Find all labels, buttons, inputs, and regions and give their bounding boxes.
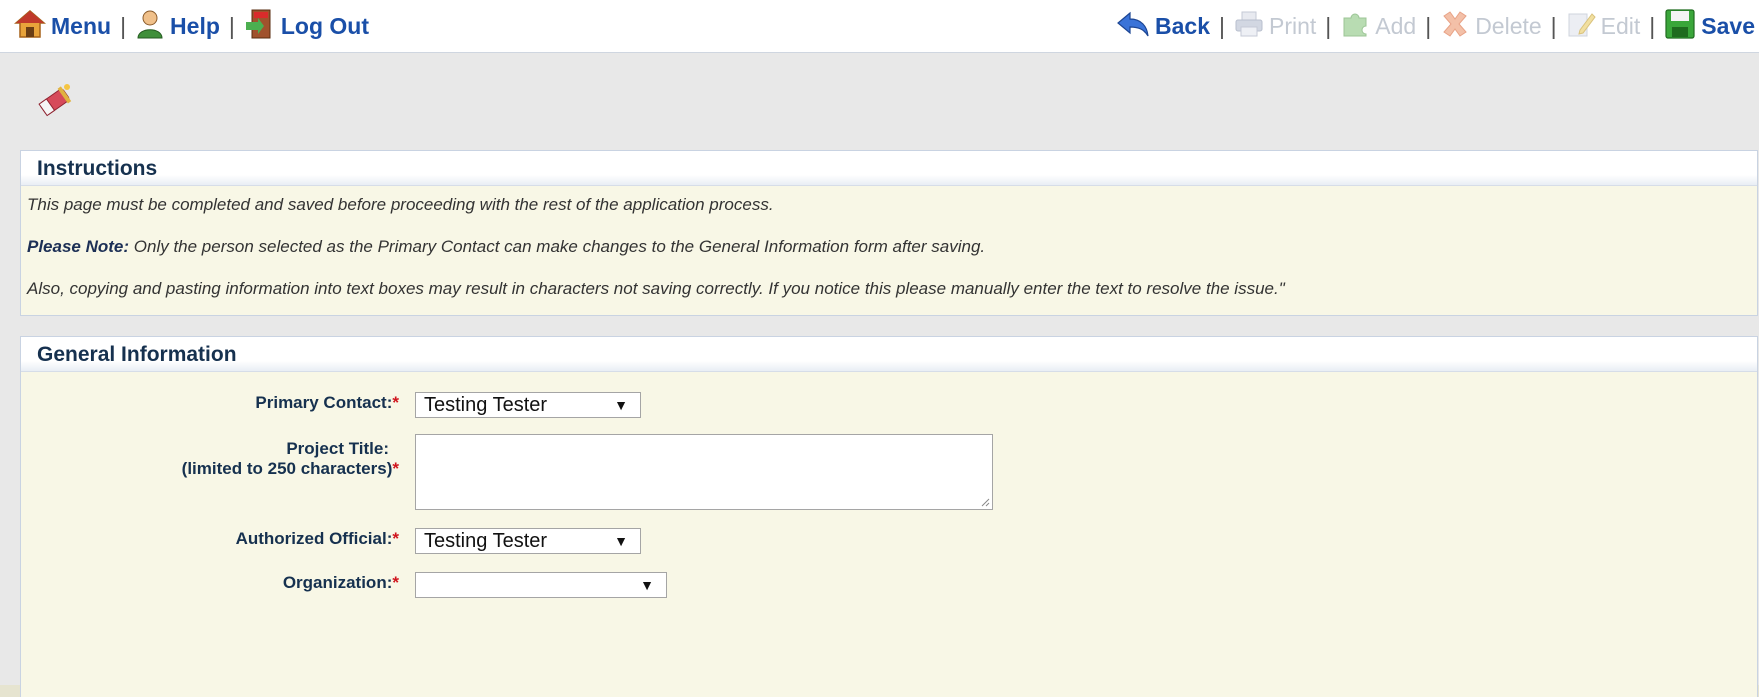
exit-door-icon xyxy=(244,8,276,45)
required-asterisk: * xyxy=(392,459,399,478)
edit-pencil-icon xyxy=(1566,10,1596,43)
authorized-official-select[interactable]: Testing Tester ▼ xyxy=(415,528,641,554)
organization-label: Organization:* xyxy=(282,573,399,592)
delete-label: Delete xyxy=(1475,12,1542,39)
help-label: Help xyxy=(170,12,220,39)
separator: | xyxy=(1219,12,1225,39)
section-title: General Information xyxy=(37,343,237,366)
separator: | xyxy=(1325,12,1332,39)
back-button[interactable]: Back xyxy=(1116,10,1210,43)
help-link[interactable]: Help xyxy=(135,9,220,44)
primary-contact-value: Testing Tester xyxy=(424,394,548,416)
floppy-save-icon xyxy=(1664,8,1696,45)
printer-icon xyxy=(1234,10,1264,43)
house-icon xyxy=(13,9,47,44)
print-label: Print xyxy=(1268,12,1317,39)
note-text: Only the person selected as the Primary … xyxy=(129,237,986,256)
delete-button[interactable]: Delete xyxy=(1440,10,1542,43)
toolbar-right-group: Back | Print | Add | Delete | Edit | Sav… xyxy=(1116,8,1755,44)
note-emphasis: Please Note: xyxy=(27,237,130,256)
eraser-brush-icon xyxy=(34,81,74,126)
add-label: Add xyxy=(1375,12,1417,39)
separator: | xyxy=(228,12,235,39)
edit-label: Edit xyxy=(1600,12,1641,39)
logout-link[interactable]: Log Out xyxy=(244,8,369,45)
project-title-label: Project Title: (limited to 250 character… xyxy=(181,439,399,478)
chevron-down-icon: ▼ xyxy=(640,577,654,593)
page-body: Instructions This page must be completed… xyxy=(0,53,1759,697)
section-title: Instructions xyxy=(37,157,158,180)
separator: | xyxy=(1425,12,1432,39)
toolbar-left-group: Menu | Help | Log Out xyxy=(13,8,369,45)
menu-link[interactable]: Menu xyxy=(13,9,112,44)
chevron-down-icon: ▼ xyxy=(614,397,628,413)
instruction-text: Also, copying and pasting information in… xyxy=(27,279,1285,298)
save-label: Save xyxy=(1701,12,1755,39)
back-arrow-icon xyxy=(1116,10,1150,43)
primary-contact-select[interactable]: Testing Tester ▼ xyxy=(415,392,641,418)
primary-contact-label: Primary Contact:* xyxy=(255,393,399,412)
logout-label: Log Out xyxy=(280,12,370,39)
person-help-icon xyxy=(135,9,165,44)
edit-button[interactable]: Edit xyxy=(1566,10,1641,43)
menu-label: Menu xyxy=(51,12,112,39)
back-label: Back xyxy=(1155,12,1210,39)
general-information-section: General Information Primary Contact:* Te… xyxy=(20,336,1758,697)
general-information-header: General Information xyxy=(21,337,1757,372)
instructions-section: Instructions This page must be completed… xyxy=(20,150,1758,316)
required-asterisk: * xyxy=(392,529,399,548)
separator: | xyxy=(120,12,127,39)
project-title-textarea[interactable] xyxy=(415,434,993,510)
instruction-note: Please Note: Only the person selected as… xyxy=(27,237,985,257)
top-toolbar: Menu | Help | Log Out Back | Print | Add… xyxy=(0,0,1759,53)
organization-select[interactable]: ▼ xyxy=(415,572,667,598)
add-button[interactable]: Add xyxy=(1340,10,1416,43)
required-asterisk: * xyxy=(392,573,399,592)
chevron-down-icon: ▼ xyxy=(614,533,628,549)
print-button[interactable]: Print xyxy=(1234,10,1316,43)
authorized-official-label: Authorized Official:* xyxy=(235,529,399,548)
required-asterisk: * xyxy=(392,393,399,412)
separator: | xyxy=(1550,12,1557,39)
instructions-header: Instructions xyxy=(21,151,1757,186)
resize-grip-icon[interactable] xyxy=(980,497,990,507)
save-button[interactable]: Save xyxy=(1664,8,1755,45)
separator: | xyxy=(1649,12,1656,39)
delete-x-icon xyxy=(1440,10,1470,43)
add-puzzle-icon xyxy=(1340,10,1370,43)
instruction-text: This page must be completed and saved be… xyxy=(27,195,774,214)
authorized-official-value: Testing Tester xyxy=(424,530,548,552)
